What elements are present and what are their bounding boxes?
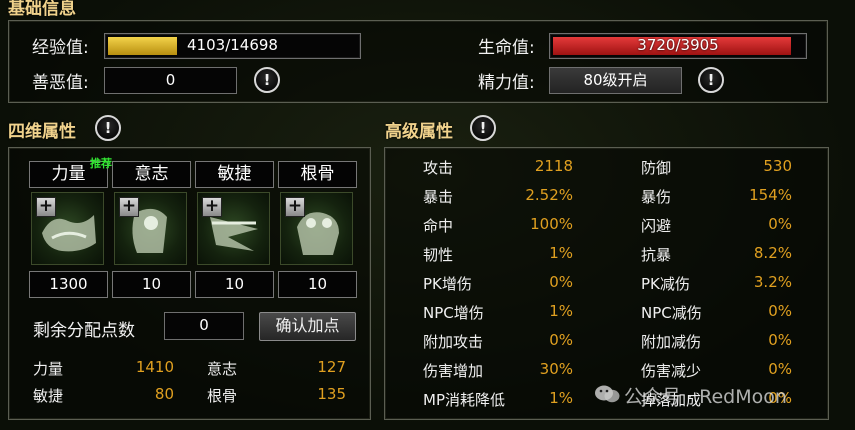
- adv-right-value: 3.2%: [753, 273, 792, 291]
- exp-value: 4103/14698: [187, 36, 278, 54]
- energy-info-icon[interactable]: !: [698, 67, 724, 93]
- adv-left-name: 韧性: [423, 246, 454, 264]
- adv-left-name: 攻击: [423, 159, 454, 177]
- total-strength-value: 1410: [135, 358, 174, 376]
- constitution-skill-icon[interactable]: +: [280, 192, 353, 265]
- energy-label: 精力值:: [478, 73, 535, 93]
- adv-left-value: 30%: [539, 360, 573, 378]
- adv-left-value: 100%: [530, 215, 573, 233]
- stat-value-will: 10: [112, 271, 191, 298]
- adv-left-value: 0%: [549, 331, 573, 349]
- recommend-badge: 推荐: [90, 157, 112, 170]
- adv-right-value: 154%: [749, 186, 792, 204]
- energy-value: 80级开启: [549, 67, 682, 94]
- total-agility-value: 80: [154, 385, 174, 403]
- adv-right-value: 530: [763, 157, 792, 175]
- adv-right-name: 防御: [641, 159, 672, 177]
- adv-left-name: 暴击: [423, 188, 454, 206]
- basic-info-title: 基础信息: [8, 0, 76, 19]
- total-will-value: 127: [317, 358, 346, 376]
- adv-left-name: 伤害增加: [423, 362, 484, 380]
- wechat-icon: [594, 384, 620, 404]
- adv-right-name: PK减伤: [641, 275, 690, 293]
- four-attr-title: 四维属性: [8, 122, 76, 142]
- exp-bar: 4103/14698: [104, 33, 361, 59]
- total-constitution-label: 根骨: [207, 387, 238, 405]
- adv-right-value: 0%: [768, 360, 792, 378]
- adv-right-name: 暴伤: [641, 188, 672, 206]
- adv-right-value: 0%: [768, 331, 792, 349]
- remaining-points-input[interactable]: 0: [164, 312, 244, 340]
- karma-label: 善恶值:: [32, 73, 89, 93]
- exp-label: 经验值:: [32, 38, 89, 58]
- adv-right-name: 伤害减少: [641, 362, 702, 380]
- stat-head-constitution: 根骨: [278, 161, 357, 188]
- constitution-plus-icon[interactable]: +: [285, 197, 305, 217]
- stat-head-will: 意志: [112, 161, 191, 188]
- karma-value: 0: [104, 67, 237, 94]
- adv-right-value: 0%: [768, 215, 792, 233]
- adv-left-name: 命中: [423, 217, 454, 235]
- adv-left-value: 1%: [549, 244, 573, 262]
- adv-left-value: 0%: [549, 273, 573, 291]
- hp-bar: 3720/3905: [549, 33, 807, 59]
- adv-left-value: 2118: [534, 157, 573, 175]
- will-skill-icon[interactable]: +: [114, 192, 187, 265]
- stat-value-strength: 1300: [29, 271, 108, 298]
- adv-right-value: 8.2%: [753, 244, 792, 262]
- adv-left-name: 附加攻击: [423, 333, 484, 351]
- hp-value: 3720/3905: [637, 36, 719, 54]
- total-agility-label: 敏捷: [33, 387, 64, 405]
- total-will-label: 意志: [207, 360, 238, 378]
- will-plus-icon[interactable]: +: [119, 197, 139, 217]
- adv-left-value: 1%: [549, 302, 573, 320]
- strength-skill-icon[interactable]: +: [31, 192, 104, 265]
- stat-value-agility: 10: [195, 271, 274, 298]
- adv-right-name: 附加减伤: [641, 333, 702, 351]
- stat-head-agility: 敏捷: [195, 161, 274, 188]
- four-attr-info-icon[interactable]: !: [95, 115, 121, 141]
- adv-right-name: NPC减伤: [641, 304, 702, 322]
- adv-left-value: 2.52%: [525, 186, 573, 204]
- strength-plus-icon[interactable]: +: [36, 197, 56, 217]
- watermark-text: 公众号 · RedMoon: [624, 386, 787, 408]
- advanced-attr-title: 高级属性: [385, 122, 453, 142]
- agility-skill-icon[interactable]: +: [197, 192, 270, 265]
- stat-value-constitution: 10: [278, 271, 357, 298]
- adv-right-name: 抗暴: [641, 246, 672, 264]
- karma-info-icon[interactable]: !: [254, 67, 280, 93]
- adv-left-name: NPC增伤: [423, 304, 484, 322]
- hp-label: 生命值:: [478, 38, 535, 58]
- adv-left-value: 1%: [549, 389, 573, 407]
- confirm-points-button[interactable]: 确认加点: [259, 312, 356, 341]
- adv-left-name: PK增伤: [423, 275, 472, 293]
- total-constitution-value: 135: [317, 385, 346, 403]
- agility-plus-icon[interactable]: +: [202, 197, 222, 217]
- adv-right-value: 0%: [768, 302, 792, 320]
- remaining-points-label: 剩余分配点数: [33, 321, 135, 341]
- adv-right-name: 闪避: [641, 217, 672, 235]
- total-strength-label: 力量: [33, 360, 64, 378]
- advanced-attr-info-icon[interactable]: !: [470, 115, 496, 141]
